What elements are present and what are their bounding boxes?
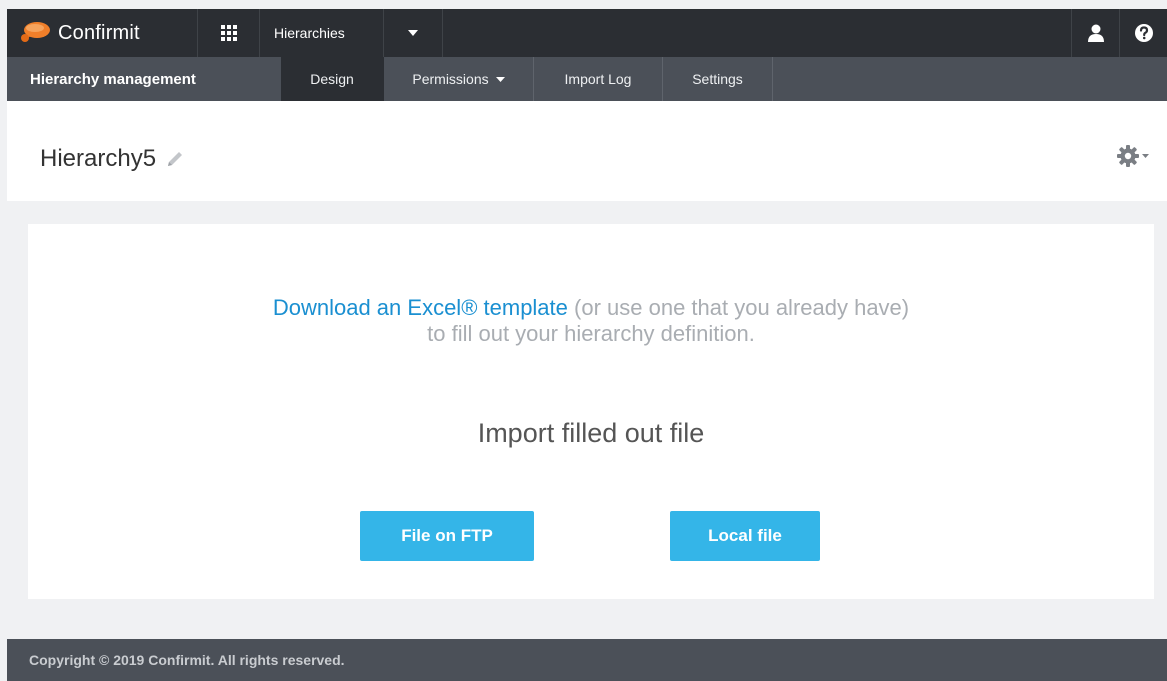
copyright-text: Copyright © 2019 Confirmit. All rights r… [29, 652, 345, 668]
settings-gear-button[interactable] [1117, 145, 1149, 167]
help-icon [1134, 24, 1153, 42]
page-title: Hierarchy5 [40, 145, 184, 173]
hierarchy-name: Hierarchy5 [40, 145, 157, 172]
local-file-button[interactable]: Local file [670, 511, 820, 561]
template-instructions: Download an Excel® template (or use one … [28, 295, 1154, 347]
template-suffix: (or use one that you already have) [574, 295, 910, 320]
tab-label: Permissions [412, 71, 489, 87]
sub-navigation: Hierarchy management Design Permissions … [7, 57, 1167, 101]
instructions-line-1: Download an Excel® template (or use one … [28, 295, 1154, 321]
tab-import-log[interactable]: Import Log [534, 57, 663, 101]
apps-menu-button[interactable] [198, 9, 260, 57]
chevron-down-icon [495, 76, 505, 82]
caret-down-icon [1142, 154, 1149, 158]
gear-icon [1117, 145, 1139, 167]
user-icon [1087, 24, 1104, 42]
tab-label: Import Log [564, 71, 632, 87]
module-dropdown-button[interactable] [384, 9, 443, 57]
tab-label: Design [310, 71, 354, 87]
module-selector[interactable]: Hierarchies [260, 9, 384, 57]
apps-grid-icon [220, 25, 237, 41]
import-card: Download an Excel® template (or use one … [28, 224, 1154, 599]
page-header: Hierarchy5 [7, 101, 1167, 201]
tab-label: Settings [692, 71, 743, 87]
footer: Copyright © 2019 Confirmit. All rights r… [7, 639, 1167, 681]
tab-design[interactable]: Design [281, 57, 384, 101]
instructions-line-2: to fill out your hierarchy definition. [427, 321, 755, 346]
edit-pencil-icon[interactable] [166, 150, 184, 168]
help-button[interactable] [1119, 9, 1167, 57]
tab-permissions[interactable]: Permissions [384, 57, 534, 101]
top-bar: Confirmit Hierarchies [7, 9, 1167, 57]
section-title: Hierarchy management [30, 70, 196, 88]
tab-settings[interactable]: Settings [663, 57, 773, 101]
module-name: Hierarchies [274, 25, 345, 41]
file-on-ftp-button[interactable]: File on FTP [360, 511, 534, 561]
user-menu-button[interactable] [1071, 9, 1119, 57]
caret-down-icon [408, 30, 418, 36]
confirmit-logo-icon [19, 21, 51, 45]
brand-logo[interactable]: Confirmit [7, 9, 198, 57]
brand-name: Confirmit [58, 21, 140, 44]
import-heading: Import filled out file [477, 418, 705, 448]
download-template-link[interactable]: Download an Excel® template [273, 295, 568, 320]
